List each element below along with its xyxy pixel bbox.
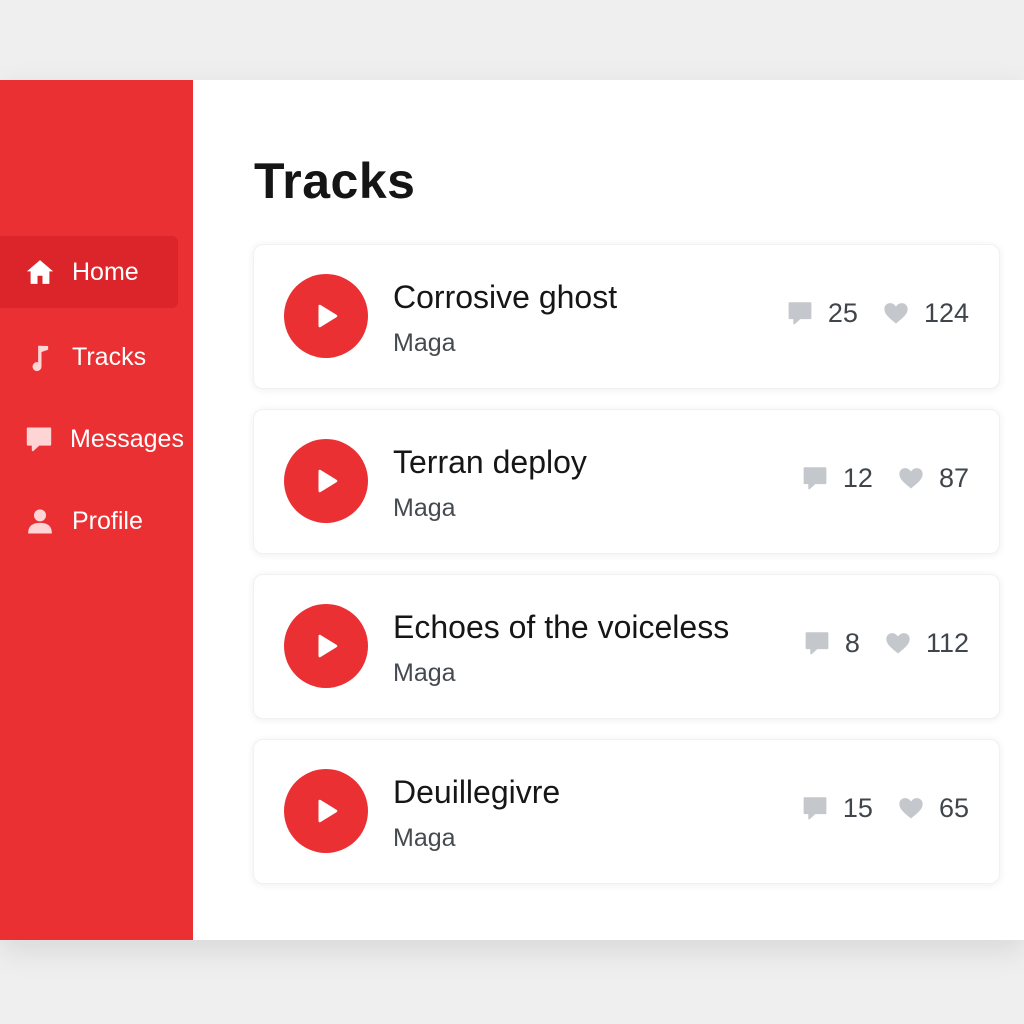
track-title: Deuillegivre — [393, 774, 561, 810]
play-icon — [318, 469, 338, 493]
track-stats: 8 112 — [803, 625, 969, 661]
track-artist: Maga — [393, 824, 456, 852]
play-icon — [318, 634, 338, 658]
track-artist: Maga — [393, 329, 456, 357]
like-count[interactable]: 87 — [897, 463, 969, 494]
comment-icon — [803, 629, 831, 657]
track-title: Corrosive ghost — [393, 279, 618, 315]
track-card[interactable]: Corrosive ghost Maga 25 124 — [253, 244, 1000, 389]
comment-count[interactable]: 15 — [801, 793, 873, 824]
like-count-value: 112 — [925, 627, 969, 658]
sidebar-item-label: Messages — [70, 424, 184, 453]
play-button[interactable] — [284, 604, 368, 688]
track-stats: 12 87 — [801, 460, 969, 496]
like-count-value: 87 — [938, 462, 969, 493]
chat-bubble-icon — [24, 423, 54, 455]
sidebar-item-messages[interactable]: Messages — [0, 403, 184, 475]
sidebar-item-profile[interactable]: Profile — [0, 485, 178, 557]
track-title: Echoes of the voiceless — [393, 609, 730, 645]
heart-icon — [884, 629, 912, 657]
page-title: Tracks — [254, 153, 416, 209]
track-artist: Maga — [393, 659, 456, 687]
user-icon — [24, 505, 56, 537]
track-card[interactable]: Echoes of the voiceless Maga 8 112 — [253, 574, 1000, 719]
track-list: Corrosive ghost Maga 25 124 Terran deplo… — [253, 244, 1000, 904]
comment-icon — [786, 299, 814, 327]
comment-count-value: 25 — [827, 297, 858, 328]
home-icon — [24, 256, 56, 288]
heart-icon — [897, 464, 925, 492]
like-count-value: 65 — [938, 792, 969, 823]
play-button[interactable] — [284, 439, 368, 523]
play-button[interactable] — [284, 769, 368, 853]
play-button[interactable] — [284, 274, 368, 358]
track-stats: 15 65 — [801, 790, 969, 826]
comment-count-value: 8 — [844, 627, 860, 658]
track-card[interactable]: Deuillegivre Maga 15 65 — [253, 739, 1000, 884]
sidebar-item-home[interactable]: Home — [0, 236, 178, 308]
sidebar-item-label: Profile — [72, 506, 143, 535]
track-stats: 25 124 — [786, 295, 969, 331]
comment-count-value: 12 — [842, 462, 873, 493]
comment-icon — [801, 794, 829, 822]
like-count[interactable]: 124 — [882, 298, 969, 329]
like-count[interactable]: 112 — [884, 628, 969, 659]
comment-count[interactable]: 8 — [803, 628, 860, 659]
play-icon — [318, 799, 338, 823]
app-window: Home Tracks Messages Profile Tracks Corr… — [0, 80, 1024, 940]
like-count[interactable]: 65 — [897, 793, 969, 824]
track-artist: Maga — [393, 494, 456, 522]
like-count-value: 124 — [923, 297, 969, 328]
comment-count-value: 15 — [842, 792, 873, 823]
music-note-icon — [24, 341, 56, 373]
comment-icon — [801, 464, 829, 492]
play-icon — [318, 304, 338, 328]
heart-icon — [882, 299, 910, 327]
comment-count[interactable]: 25 — [786, 298, 858, 329]
comment-count[interactable]: 12 — [801, 463, 873, 494]
sidebar-item-tracks[interactable]: Tracks — [0, 321, 178, 393]
heart-icon — [897, 794, 925, 822]
sidebar-item-label: Tracks — [72, 342, 147, 371]
track-card[interactable]: Terran deploy Maga 12 87 — [253, 409, 1000, 554]
track-title: Terran deploy — [393, 444, 587, 480]
sidebar-item-label: Home — [72, 257, 139, 286]
main-content: Tracks Corrosive ghost Maga 25 124 Terra… — [193, 80, 1024, 940]
sidebar: Home Tracks Messages Profile — [0, 80, 193, 940]
